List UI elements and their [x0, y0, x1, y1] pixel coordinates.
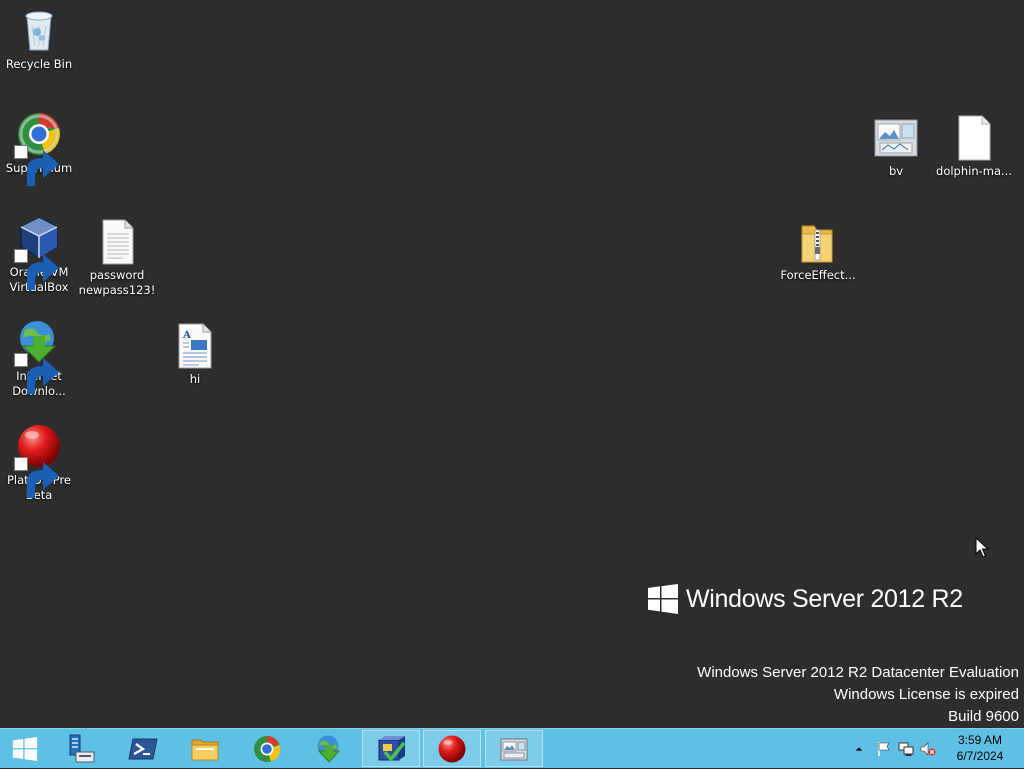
red-ball-icon: [14, 422, 63, 498]
internet-download-manager-icon: [14, 318, 63, 394]
windows-logo-icon: [648, 584, 678, 614]
desktop-icon-password-file[interactable]: password newpass123!: [78, 218, 156, 298]
clock-date: 6/7/2024: [956, 749, 1004, 763]
setup-installer-icon: [378, 735, 406, 762]
chevron-up-icon: [855, 747, 863, 751]
taskbar-internet-download-manager[interactable]: [300, 730, 358, 767]
system-tray: [850, 729, 939, 769]
text-file-icon: [93, 218, 141, 265]
taskbar-supermium[interactable]: [238, 730, 296, 767]
volume-muted-icon: [920, 742, 936, 756]
desktop-icon-internet-download-manager[interactable]: Internet Downlo...: [0, 318, 78, 399]
desktop-icon-label: bv: [888, 164, 904, 178]
shortcut-arrow-icon: [14, 145, 59, 186]
action-center-button[interactable]: [876, 741, 892, 757]
virtualbox-icon: [14, 214, 63, 290]
wordpad-document-icon: A: [171, 322, 219, 369]
windows-start-icon: [12, 736, 38, 761]
taskbar-powershell[interactable]: [114, 730, 172, 767]
desktop-icon-recycle-bin[interactable]: Recycle Bin: [0, 6, 78, 72]
desktop-icon-hi[interactable]: A hi: [156, 322, 234, 387]
desktop-icon-dolphin[interactable]: dolphin-ma...: [935, 114, 1013, 179]
powershell-icon: [128, 738, 158, 759]
desktop-icon-label: ForceEffect...: [780, 268, 856, 282]
blank-file-icon: [950, 114, 998, 161]
desktop[interactable]: Recycle Bin Supermium: [0, 0, 1024, 728]
watermark-build: Build 9600: [948, 708, 1019, 725]
taskbar: 3:59 AM 6/7/2024: [0, 728, 1024, 768]
network-icon: [898, 742, 914, 756]
taskbar-image-viewer[interactable]: [485, 730, 543, 767]
taskbar-clock[interactable]: 3:59 AM 6/7/2024: [945, 732, 1015, 764]
taskbar-file-explorer[interactable]: [176, 730, 234, 767]
image-viewer-icon: [500, 738, 528, 760]
network-button[interactable]: [898, 741, 914, 757]
shortcut-arrow-icon: [14, 249, 59, 290]
start-button[interactable]: [0, 730, 50, 767]
internet-download-manager-icon: [317, 735, 341, 763]
shortcut-arrow-icon: [14, 457, 59, 498]
mouse-pointer-icon: [975, 537, 989, 558]
windows-server-branding: Windows Server 2012 R2: [648, 582, 963, 616]
volume-button[interactable]: [920, 741, 936, 757]
desktop-icon-label: password newpass123!: [78, 268, 156, 297]
action-center-flag-icon: [878, 742, 890, 756]
taskbar-server-manager[interactable]: [52, 730, 110, 767]
desktop-icon-label: hi: [189, 372, 201, 386]
taskbar-platfos[interactable]: [423, 730, 481, 767]
shortcut-arrow-icon: [14, 353, 59, 394]
show-hidden-icons-button[interactable]: [853, 741, 865, 757]
desktop-icon-supermium[interactable]: Supermium: [0, 110, 78, 186]
branding-text: Windows Server 2012 R2: [686, 584, 963, 613]
desktop-icon-bv[interactable]: bv: [857, 114, 935, 179]
desktop-icon-label: Recycle Bin: [5, 57, 73, 71]
zip-folder-icon: [794, 218, 842, 263]
watermark-edition: Windows Server 2012 R2 Datacenter Evalua…: [697, 664, 1019, 681]
image-viewer-icon: [872, 114, 920, 158]
recycle-bin-icon: [15, 6, 63, 54]
file-explorer-icon: [191, 739, 219, 760]
clock-time: 3:59 AM: [957, 733, 1003, 747]
red-ball-icon: [438, 735, 466, 762]
watermark-license-status: Windows License is expired: [833, 686, 1019, 703]
desktop-icon-forceeffect[interactable]: ForceEffect...: [779, 218, 857, 283]
svg-text:A: A: [182, 330, 191, 341]
server-manager-icon: [69, 734, 95, 762]
license-watermark: Windows Server 2012 R2 Datacenter Evalua…: [697, 662, 1019, 728]
desktop-icon-virtualbox[interactable]: Oracle VM VirtualBox: [0, 214, 78, 295]
taskbar-setup-installer[interactable]: [362, 730, 420, 767]
supermium-browser-icon: [14, 110, 63, 186]
supermium-browser-icon: [254, 735, 281, 762]
desktop-icon-platfos[interactable]: PlatfOS Pre Beta: [0, 422, 78, 503]
desktop-icon-label: dolphin-ma...: [936, 164, 1012, 178]
